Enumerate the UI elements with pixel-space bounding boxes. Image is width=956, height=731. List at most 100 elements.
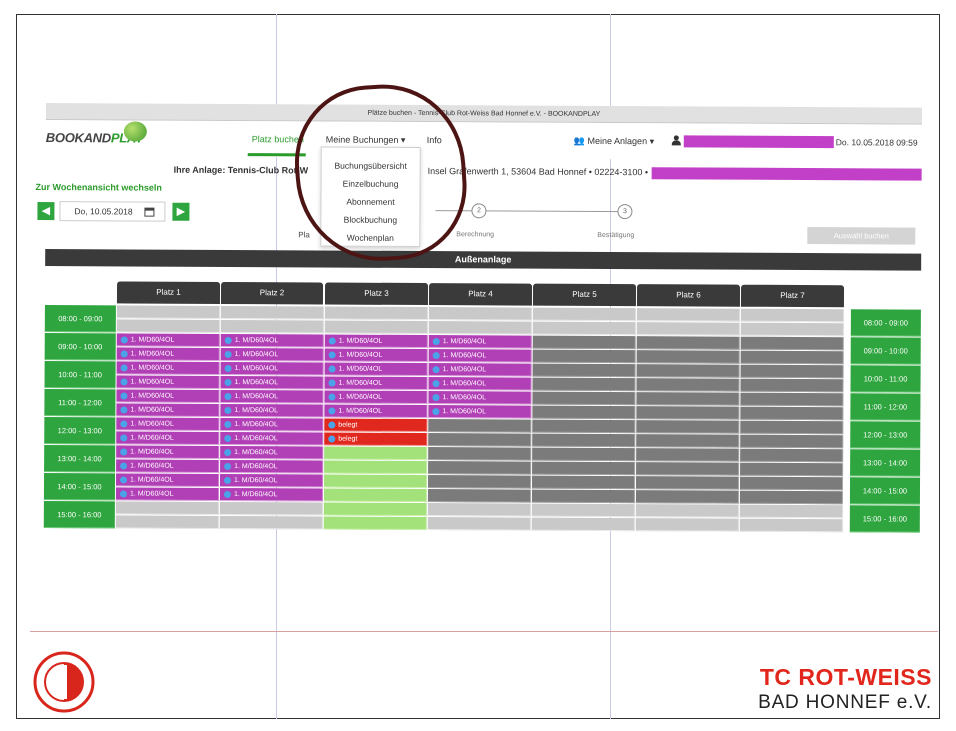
booking-label: 1. M/D60/4OL <box>442 380 487 388</box>
closed-slot <box>532 433 636 448</box>
booking-label: 1. M/D60/4OL <box>130 378 175 386</box>
free-slot[interactable] <box>220 305 324 320</box>
book-selection-button[interactable]: Auswahl buchen <box>807 227 916 245</box>
booking-slot: 1. M/D60/4OL <box>115 473 220 487</box>
booking-dot-icon <box>120 448 128 456</box>
closed-slot <box>428 419 532 433</box>
booking-dot-icon <box>120 378 128 386</box>
booking-slot: 1. M/D60/4OL <box>116 333 220 347</box>
closed-slot <box>428 461 532 475</box>
booking-slot: 1. M/D60/4OL <box>220 347 324 362</box>
user-icon[interactable] <box>671 135 681 146</box>
free-slot[interactable] <box>635 518 739 532</box>
time-label-right: 13:00 - 14:00 <box>850 449 921 477</box>
closed-slot <box>636 350 740 364</box>
booking-label: 1. M/D60/4OL <box>234 337 279 345</box>
club-name-line-1: TC ROT-WEISS <box>759 664 932 690</box>
booking-dot-icon <box>224 406 232 415</box>
closed-slot <box>740 336 844 351</box>
free-slot[interactable] <box>635 504 739 518</box>
free-slot[interactable] <box>740 322 844 337</box>
closed-slot <box>739 476 844 491</box>
booking-slot: 1. M/D60/4OL <box>116 459 220 473</box>
section-header-aussenanlage: Außenanlage <box>45 249 922 271</box>
available-slot[interactable] <box>323 516 427 531</box>
available-slot[interactable] <box>323 488 427 503</box>
court-header-platz-7: Platz 7 <box>740 284 845 308</box>
free-slot[interactable] <box>324 320 428 335</box>
closed-slot <box>531 489 635 504</box>
booking-label: 1. M/D60/4OL <box>442 394 487 402</box>
free-slot[interactable] <box>532 307 636 322</box>
free-slot[interactable] <box>739 504 843 519</box>
booking-dot-icon <box>119 490 127 498</box>
free-slot[interactable] <box>636 322 740 336</box>
time-label-left: 12:00 - 13:00 <box>44 417 116 445</box>
next-day-button[interactable]: ▶ <box>172 202 190 221</box>
free-slot[interactable] <box>740 308 844 323</box>
calendar-icon[interactable] <box>144 207 155 217</box>
free-slot[interactable] <box>739 518 843 533</box>
booking-dot-icon <box>224 448 232 457</box>
presentation-slide: Plätze buchen - Tennis-Club Rot-Weiss Ba… <box>0 0 956 731</box>
free-slot[interactable] <box>427 503 531 517</box>
booking-slot: 1. M/D60/4OL <box>428 391 532 405</box>
closed-slot <box>740 448 844 463</box>
time-label-right: 12:00 - 13:00 <box>850 421 921 449</box>
booking-slot: 1. M/D60/4OL <box>220 375 324 390</box>
closed-slot <box>740 420 844 435</box>
free-slot[interactable] <box>116 305 220 319</box>
booking-label: 1. M/D60/4OL <box>338 337 383 345</box>
available-slot[interactable] <box>324 460 428 475</box>
free-slot[interactable] <box>428 307 532 321</box>
free-slot[interactable] <box>428 321 532 335</box>
nav-platz-buchen[interactable]: Platz buchen <box>252 134 304 144</box>
free-slot[interactable] <box>116 319 220 333</box>
booking-slot: 1. M/D60/4OL <box>428 335 532 349</box>
booking-dot-icon <box>224 336 232 345</box>
booking-slot: 1. M/D60/4OL <box>324 376 428 391</box>
closed-slot <box>635 490 739 504</box>
free-slot[interactable] <box>220 319 324 334</box>
booking-label: 1. M/D60/4OL <box>234 407 278 415</box>
booking-label: 1. M/D60/4OL <box>234 365 279 373</box>
booking-dot-icon <box>328 407 336 415</box>
booking-slot: 1. M/D60/4OL <box>116 403 220 417</box>
free-slot[interactable] <box>532 321 636 336</box>
booking-dot-icon <box>120 434 128 442</box>
time-label-right: 10:00 - 11:00 <box>850 365 921 393</box>
available-slot[interactable] <box>323 474 428 489</box>
booking-dot-icon <box>224 420 232 429</box>
previous-day-button[interactable]: ◀ <box>37 202 55 221</box>
free-slot[interactable] <box>219 501 323 516</box>
booking-slot: 1. M/D60/4OL <box>219 473 324 488</box>
free-slot[interactable] <box>531 503 635 518</box>
closed-slot <box>636 448 740 462</box>
available-slot[interactable] <box>324 446 428 461</box>
closed-slot <box>532 377 636 392</box>
nav-meine-anlagen[interactable]: 👥 Meine Anlagen ▾ <box>574 136 654 147</box>
free-slot[interactable] <box>531 517 635 532</box>
booking-slot: 1. M/D60/4OL <box>428 405 532 419</box>
step-3-label: Bestätigung <box>597 231 635 240</box>
free-slot[interactable] <box>636 308 740 322</box>
booking-dot-icon <box>328 435 336 443</box>
booking-slot: 1. M/D60/4OL <box>220 389 324 404</box>
redacted-user-name <box>683 135 834 149</box>
free-slot[interactable] <box>219 515 323 530</box>
closed-slot <box>428 433 532 447</box>
free-slot[interactable] <box>115 515 219 529</box>
free-slot[interactable] <box>427 517 531 531</box>
free-slot[interactable] <box>115 501 219 515</box>
booking-label: 1. M/D60/4OL <box>234 393 279 401</box>
logo-text: BOOKAND <box>45 130 111 146</box>
closed-slot <box>636 420 740 434</box>
free-slot[interactable] <box>324 306 428 321</box>
available-slot[interactable] <box>323 502 427 517</box>
closed-slot <box>636 462 740 476</box>
time-label-left: 10:00 - 11:00 <box>44 361 116 389</box>
weekly-view-link[interactable]: Zur Wochenansicht wechseln <box>36 182 162 193</box>
booking-dot-icon <box>432 380 440 388</box>
closed-slot <box>636 378 740 392</box>
booking-label: 1. M/D60/4OL <box>130 448 174 456</box>
